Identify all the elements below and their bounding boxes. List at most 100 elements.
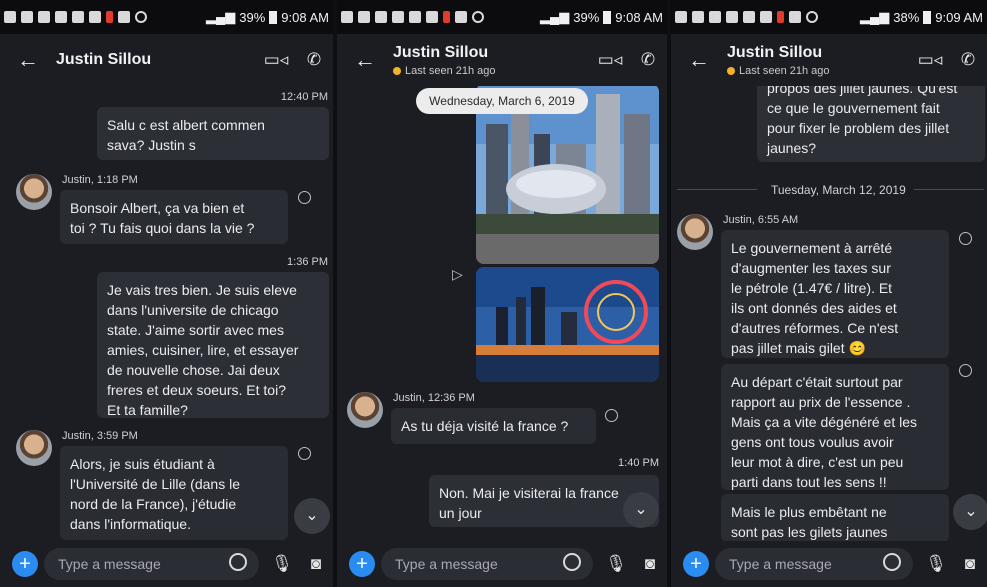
contact-header[interactable]: Justin Sillou Last seen 21h ago: [727, 44, 911, 77]
outgoing-message[interactable]: Salu c est albert commen sava? Justin s: [97, 107, 329, 160]
back-arrow-icon[interactable]: ←: [0, 47, 56, 73]
microphone-icon[interactable]: 🎙: [265, 554, 299, 574]
message-list[interactable]: 12:40 PM Salu c est albert commen sava? …: [0, 86, 333, 541]
outgoing-message[interactable]: propos des jillet jaunes. Qu'est ce que …: [757, 86, 985, 162]
presence-status: Last seen 21h ago: [393, 65, 591, 77]
video-call-icon[interactable]: ▭◃: [911, 50, 949, 70]
back-arrow-icon[interactable]: ←: [337, 47, 393, 73]
battery-level: 39%: [573, 9, 600, 25]
contact-header[interactable]: Justin Sillou: [56, 51, 257, 69]
add-icon[interactable]: +: [683, 551, 709, 577]
app-bar: ← Justin Sillou Last seen 21h ago ▭◃ ✆: [671, 34, 987, 86]
microphone-icon[interactable]: 🎙: [919, 554, 953, 574]
add-icon[interactable]: +: [349, 551, 375, 577]
back-arrow-icon[interactable]: ←: [671, 47, 727, 73]
chat-screen-1: ▂▄▆ 39% 9:08 AM ← Justin Sillou ▭◃ ✆ 12:…: [0, 0, 333, 587]
notification-icon: [789, 11, 801, 23]
battery-level: 39%: [239, 9, 266, 25]
emoji-icon[interactable]: [563, 553, 581, 571]
message-timestamp: 1:40 PM: [618, 457, 659, 469]
last-seen-text: Last seen 21h ago: [405, 64, 496, 77]
presence-status: Last seen 21h ago: [727, 65, 911, 77]
avatar[interactable]: [347, 392, 383, 428]
react-emoji-icon[interactable]: [298, 447, 311, 460]
notification-icon: [426, 11, 438, 23]
shared-photo[interactable]: [476, 267, 659, 382]
phone-call-icon[interactable]: ✆: [629, 50, 667, 70]
notification-icon: [806, 11, 818, 23]
chat-screen-2: ▂▄▆ 39% 9:08 AM ← Justin Sillou Last see…: [337, 0, 667, 587]
video-call-icon[interactable]: ▭◃: [257, 50, 295, 70]
notification-icon: [709, 11, 721, 23]
notification-icon: [675, 11, 687, 23]
notification-icon: [472, 11, 484, 23]
message-timestamp: 12:40 PM: [280, 91, 328, 103]
incoming-message[interactable]: Au départ c'était surtout par rapport au…: [721, 364, 949, 490]
notification-icon: [743, 11, 755, 23]
react-emoji-icon[interactable]: [298, 191, 311, 204]
message-list[interactable]: propos des jillet jaunes. Qu'est ce que …: [671, 86, 987, 541]
date-separator: Wednesday, March 6, 2019: [416, 88, 588, 114]
message-timestamp: 1:36 PM: [287, 256, 328, 268]
emoji-icon[interactable]: [229, 553, 247, 571]
message-input[interactable]: Type a message: [715, 548, 913, 580]
phone-call-icon[interactable]: ✆: [295, 50, 333, 70]
away-status-icon: [393, 66, 401, 75]
notification-icon: [106, 11, 113, 23]
incoming-message[interactable]: As tu déja visité la france ?: [391, 408, 596, 444]
scroll-down-button[interactable]: ⌄: [953, 494, 987, 530]
incoming-message[interactable]: Mais le plus embêtant ne sont pas les gi…: [721, 494, 949, 541]
sender-label: Justin, 6:55 AM: [723, 214, 799, 226]
outgoing-message[interactable]: Je vais tres bien. Je suis eleve dans l'…: [97, 272, 329, 418]
battery-level: 38%: [893, 9, 920, 25]
avatar[interactable]: [16, 430, 52, 466]
avatar[interactable]: [677, 214, 713, 250]
message-input[interactable]: Type a message: [44, 548, 259, 580]
notification-icon: [72, 11, 84, 23]
signal-icon: ▂▄▆: [540, 9, 570, 24]
incoming-message[interactable]: Alors, je suis étudiant à l'Université d…: [60, 446, 288, 540]
signal-icon: ▂▄▆: [860, 9, 890, 24]
message-input[interactable]: Type a message: [381, 548, 593, 580]
notification-icon: [89, 11, 101, 23]
message-input-placeholder: Type a message: [395, 556, 498, 572]
react-emoji-icon[interactable]: [959, 364, 972, 377]
notification-icon: [118, 11, 130, 23]
clock: 9:08 AM: [615, 9, 663, 25]
sender-label: Justin, 12:36 PM: [393, 392, 475, 404]
status-bar: ▂▄▆ 39% 9:08 AM: [0, 0, 333, 34]
contact-name: Justin Sillou: [56, 51, 152, 68]
notification-icon: [358, 11, 370, 23]
notification-icons: [4, 11, 206, 23]
react-emoji-icon[interactable]: [605, 409, 618, 422]
clock: 9:09 AM: [935, 9, 983, 25]
message-list[interactable]: Wednesday, March 6, 2019 ▷ Justin, 12:36…: [337, 86, 667, 541]
camera-icon[interactable]: ◙: [953, 554, 987, 574]
contact-name: Justin Sillou: [727, 43, 823, 61]
notification-icon: [4, 11, 16, 23]
photo-navy-pier: [476, 267, 659, 382]
microphone-icon[interactable]: 🎙: [599, 554, 633, 574]
camera-icon[interactable]: ◙: [299, 554, 333, 574]
incoming-message[interactable]: Le gouvernement à arrêté d'augmenter les…: [721, 230, 949, 358]
add-icon[interactable]: +: [12, 551, 38, 577]
message-input-placeholder: Type a message: [729, 556, 832, 572]
scroll-down-button[interactable]: ⌄: [623, 492, 659, 528]
incoming-message[interactable]: Bonsoir Albert, ça va bien et toi ? Tu f…: [60, 190, 288, 244]
battery-icon: [603, 10, 612, 24]
sent-status-icon: ▷: [452, 266, 463, 282]
clock: 9:08 AM: [281, 9, 329, 25]
sender-label: Justin, 1:18 PM: [62, 174, 138, 186]
signal-icon: ▂▄▆: [206, 9, 236, 24]
phone-call-icon[interactable]: ✆: [949, 50, 987, 70]
contact-header[interactable]: Justin Sillou Last seen 21h ago: [393, 44, 591, 77]
screenshot-collage: ▂▄▆ 39% 9:08 AM ← Justin Sillou ▭◃ ✆ 12:…: [0, 0, 987, 587]
notification-icon: [726, 11, 738, 23]
camera-icon[interactable]: ◙: [633, 554, 667, 574]
react-emoji-icon[interactable]: [959, 232, 972, 245]
video-call-icon[interactable]: ▭◃: [591, 50, 629, 70]
scroll-down-button[interactable]: ⌄: [294, 498, 330, 534]
emoji-icon[interactable]: [883, 553, 901, 571]
notification-icon: [375, 11, 387, 23]
avatar[interactable]: [16, 174, 52, 210]
